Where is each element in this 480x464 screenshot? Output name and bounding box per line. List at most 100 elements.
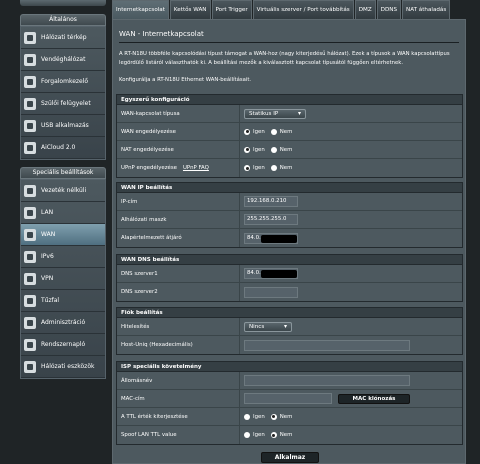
firewall-icon [24,294,36,307]
dns2-label: DNS szerver2 [121,289,158,295]
section-header: WAN DNS beállítás [117,255,462,265]
section-header: Fiók beállítás [117,308,462,318]
section-header: Egyszerű konfiguráció [117,95,462,105]
enable-nat-row: NAT engedélyezése Igen Nem [117,141,462,159]
enable-upnp-label-wrap: UPnP engedélyezése UPnP FAQ [117,165,239,171]
sidebar-item-aicloud[interactable]: AiCloud 2.0 [21,137,105,159]
dns1-input[interactable]: 84.0. [244,268,298,279]
enable-wan-yes-radio[interactable]: Igen [244,128,265,135]
ip-address-input[interactable]: 192.168.0.210 [244,196,298,207]
sidebar-item-firewall[interactable]: Tűzfal [21,290,105,312]
radio-unselected-icon [270,165,277,171]
hostname-row: Állomásnév [117,372,462,390]
enable-wan-no-radio[interactable]: Nem [270,128,292,135]
enable-wan-row: WAN engedélyezése Igen Nem [117,123,462,141]
sidebar: Általános Hálózati térkép Vendéghálózat … [0,0,110,464]
isp-section: ISP speciális követelmény Állomásnév MAC… [116,361,463,445]
radio-selected-icon [244,128,250,135]
main-panel: WAN - Internetkapcsolat A RT-N18U többfé… [112,19,466,464]
network-tools-icon [24,360,36,373]
dns2-input[interactable] [244,286,298,298]
sidebar-item-network-map[interactable]: Hálózati térkép [21,27,105,49]
ip-label: IP-cím [121,198,138,205]
mask-label: Alhálózati maszk [121,216,167,223]
radio-unselected-icon [244,432,250,438]
sidebar-item-guest-network[interactable]: Vendéghálózat [21,49,105,71]
mac-address-input[interactable] [244,393,332,404]
radio-label: Nem [279,165,293,171]
tab-ddns[interactable]: DDNS [376,0,402,19]
sidebar-item-lan[interactable]: LAN [21,202,105,224]
gateway-input[interactable]: 84.0. [244,232,298,244]
enable-nat-yes-radio[interactable]: Igen [244,146,265,153]
spoof-ttl-label: Spoof LAN TTL value [121,432,177,438]
ttl-no-radio[interactable]: Nem [270,413,292,420]
wan-dns-section: WAN DNS beállítás DNS szerver1 84.0. DNS… [116,254,463,302]
tab-dual-wan[interactable]: Kettős WAN [169,0,211,19]
sidebar-item-vpn[interactable]: VPN [21,268,105,290]
hostuniq-label: Host-Uniq (Hexadecimális) [121,342,193,348]
apply-button[interactable]: Alkalmaz [261,452,319,463]
enable-nat-no-radio[interactable]: Nem [270,146,293,153]
authentication-select[interactable]: Nincs [244,321,292,332]
subnet-mask-input[interactable]: 255.255.255.0 [244,214,298,225]
sidebar-item-traffic-manager[interactable]: Forgalomkezelő [21,71,105,93]
lan-icon [24,206,36,219]
sidebar-item-label: Tűzfal [41,297,60,304]
enable-upnp-no-radio[interactable]: Nem [270,165,293,171]
dns1-value: 84.0. [247,270,261,276]
radio-label: Igen [253,146,265,153]
sidebar-item-label: Szülői felügyelet [41,100,91,107]
mask-row: Alhálózati maszk 255.255.255.0 [117,211,462,229]
mac-label: MAC-cím [121,395,145,402]
sidebar-item-label: IPv6 [41,253,54,260]
hostuniq-input[interactable] [244,339,410,351]
cloud-icon [24,141,36,154]
sidebar-item-ipv6[interactable]: IPv6 [21,246,105,268]
sidebar-item-system-log[interactable]: Rendszernapló [21,334,105,356]
tab-nat-passthrough[interactable]: NAT áthaladás [402,0,451,19]
sidebar-top-button[interactable] [20,0,106,6]
sidebar-item-label: USB alkalmazás [41,122,89,129]
parental-control-icon [24,97,36,110]
enable-upnp-yes-radio[interactable]: Igen [244,165,265,171]
mac-clone-button[interactable]: MAC klónozás [338,393,410,404]
radio-label: Nem [279,146,293,153]
sidebar-item-label: Hálózati eszközök [41,363,95,370]
tab-dmz[interactable]: DMZ [354,0,376,19]
ttl-label: A TTL érték kiterjesztése [121,413,188,420]
auth-row: Hitelesítés Nincs [117,318,462,336]
sidebar-item-parental-control[interactable]: Szülői felügyelet [21,93,105,115]
hostuniq-row: Host-Uniq (Hexadecimális) [117,336,462,354]
redaction-mark [261,270,297,278]
sidebar-item-wan[interactable]: WAN [21,224,105,246]
sidebar-item-usb[interactable]: USB alkalmazás [21,115,105,137]
spoof-ttl-yes-radio[interactable]: Igen [244,432,265,438]
sidebar-item-wireless[interactable]: Vezeték nélküli [21,180,105,202]
radio-unselected-icon [244,413,250,420]
ipv6-icon [24,250,36,263]
tab-internet-connection[interactable]: Internetkapcsolat [112,0,169,19]
sidebar-item-network-tools[interactable]: Hálózati eszközök [21,356,105,378]
basic-config-section: Egyszerű konfiguráció WAN-kapcsolat típu… [116,94,463,178]
tab-port-trigger[interactable]: Port Trigger [211,0,252,19]
spoof-ttl-no-radio[interactable]: Nem [270,432,293,438]
admin-icon [24,316,36,329]
hostname-input[interactable] [244,375,410,386]
wan-type-row: WAN-kapcsolat típusa Statikus IP [117,105,462,123]
radio-label: Nem [279,432,293,438]
redaction-mark [261,234,297,243]
gateway-row: Alapértelmezett átjáró 84.0. [117,229,462,247]
gateway-label: Alapértelmezett átjáró [121,235,182,241]
sidebar-item-label: Forgalomkezelő [41,78,89,85]
ttl-row: A TTL érték kiterjesztése Igen Nem [117,408,462,426]
radio-unselected-icon [270,128,277,135]
ttl-yes-radio[interactable]: Igen [244,413,265,420]
dns1-row: DNS szerver1 84.0. [117,265,462,283]
sidebar-item-administration[interactable]: Adminisztráció [21,312,105,334]
traffic-manager-icon [24,75,36,88]
upnp-faq-link[interactable]: UPnP FAQ [183,165,209,171]
tab-virtual-server[interactable]: Virtuális szerver / Port továbbítás [252,0,354,19]
intro-text-2: Konfigurálja a RT-N18U Ethernet WAN-beál… [119,77,252,83]
wan-type-select[interactable]: Statikus IP [244,108,306,119]
